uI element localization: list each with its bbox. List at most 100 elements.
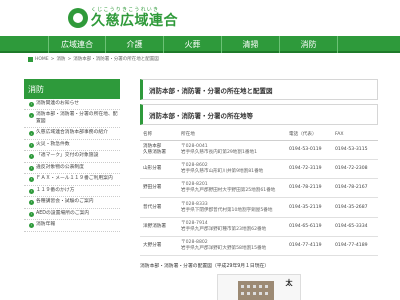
address-text: 岩手県九戸郡野田村大字野田第25地割61番地 xyxy=(181,188,276,194)
sidebar-item-label: 各種講習会・試験のご案内 xyxy=(36,199,94,205)
logo-emblem-icon xyxy=(68,8,88,28)
sidebar-item[interactable]: › 違反対象物の公表制度 xyxy=(24,163,120,175)
breadcrumb-item[interactable]: 消防 xyxy=(56,56,65,62)
cell-name: 大野分署 xyxy=(140,236,178,257)
cell-fax: 0194-72-2308 xyxy=(332,159,378,180)
table-row: 消防本部 久慈消防署 〒028-0041 岩手県久慈市長内町第29地割1番地1 019… xyxy=(140,140,378,160)
page-title: 消防本部・消防署・分署の所在地と配置図 xyxy=(140,79,378,100)
chevron-right-icon: › xyxy=(29,102,34,107)
sidebar-item-label: 消防年報 xyxy=(36,222,56,228)
cell-name: 消防本部 久慈消防署 xyxy=(140,140,178,160)
cell-tel: 0194-35-2119 xyxy=(286,197,332,218)
cell-fax: 0194-77-4189 xyxy=(332,236,378,257)
breadcrumb-home[interactable]: HOME xyxy=(35,57,49,62)
sidebar-item[interactable]: › 各種講習会・試験のご案内 xyxy=(24,197,120,209)
chevron-right-icon: › xyxy=(29,154,34,160)
cell-tel: 0194-78-2119 xyxy=(286,178,332,199)
address-text: 岩手県久慈市長内町第29地割1番地1 xyxy=(181,149,258,155)
address-text: 岩手県九戸郡洋野町大野第58地割15番地 xyxy=(181,246,267,252)
chevron-right-icon: › xyxy=(29,142,34,148)
nav-item-shoubou[interactable]: 消防 xyxy=(280,36,338,53)
col-header-name: 名称 xyxy=(140,129,178,141)
chevron-right-icon: › xyxy=(29,113,34,119)
site-header: くじこうりきこうれいき 久慈広域連合 xyxy=(0,0,400,36)
sidebar-item[interactable]: › 火災・救急件数 xyxy=(24,140,120,152)
section-title: 消防本部・消防署・分署の所在地等 xyxy=(140,104,378,125)
sidebar-item-label: １１９番のかけ方 xyxy=(36,187,75,193)
cell-name: 山形分署 xyxy=(140,159,178,180)
sidebar-item-label: 火災・救急件数 xyxy=(36,141,70,147)
table-row: 山形分署 〒028-8602 岩手県久慈市山形町川井第9地割81番地 0194-72-… xyxy=(140,159,378,180)
sidebar-item-label: 消防関連のお知らせ xyxy=(36,101,80,106)
chevron-right-icon: › xyxy=(29,165,34,171)
sidebar-item[interactable]: › AEDの設置場所のご案内 xyxy=(24,209,120,221)
cell-address: 〒028-0041 岩手県久慈市長内町第29地割1番地1 xyxy=(178,140,286,160)
breadcrumb-current: 消防本部・消防署・分署の所在地と配置図 xyxy=(73,57,159,62)
home-icon xyxy=(28,56,33,62)
sidebar-item[interactable]: › 消防年報 xyxy=(24,220,120,232)
breadcrumb-separator: > xyxy=(50,56,55,62)
chevron-right-icon: › xyxy=(29,223,34,229)
map-label: 太 xyxy=(285,279,293,287)
sidebar-item-label: 久慈広域連合消防本部事務の紹介 xyxy=(36,130,108,136)
cell-name: 野田分署 xyxy=(140,178,178,199)
sidebar-item[interactable]: › 「適マーク」交付の対象施設 xyxy=(24,151,120,163)
sidebar-item[interactable]: › １１９番のかけ方 xyxy=(24,186,120,198)
col-header-fax: FAX xyxy=(332,129,378,141)
address-text: 岩手県九戸郡洋野町種市第23地割62番地 xyxy=(181,226,267,232)
fire-station-building xyxy=(238,281,274,300)
table-header-row: 名称 所在地 電話（代表） FAX xyxy=(140,129,378,141)
table-row: 普代分署 〒028-8333 岩手県下閉伊郡普代村第10地割字銅屋5番地 0194-3… xyxy=(140,197,378,218)
sidebar-item[interactable]: › ＦＡＸ・メール１１９番ご利用案内 xyxy=(24,174,120,186)
sidebar-item[interactable]: › 久慈広域連合消防本部事務の紹介 xyxy=(24,128,120,140)
nav-item-kasou[interactable]: 火葬 xyxy=(164,36,222,53)
station-map-image: 太 xyxy=(217,274,301,300)
sidebar-item-label: 消防本部・消防署・分署の所在地、配置図 xyxy=(36,112,118,124)
col-header-address: 所在地 xyxy=(178,129,286,141)
cell-fax: 0194-65-3334 xyxy=(332,217,378,237)
sidebar-item-label: 違反対象物の公表制度 xyxy=(36,164,84,170)
sidebar-heading: 消防 xyxy=(24,79,120,99)
sidebar-item-label: AEDの設置場所のご案内 xyxy=(36,210,90,216)
cell-address: 〒028-8802 岩手県九戸郡洋野町大野第58地割15番地 xyxy=(178,236,286,257)
table-row: 洋野消防署 〒028-7914 岩手県九戸郡洋野町種市第23地割62番地 0194-6… xyxy=(140,217,378,237)
cell-fax: 0194-35-2687 xyxy=(332,197,378,218)
cell-name: 洋野消防署 xyxy=(140,217,178,237)
breadcrumb: HOME > 消防 > 消防本部・消防署・分署の所在地と配置図 xyxy=(28,55,159,63)
sidebar-item-label: ＦＡＸ・メール１１９番ご利用案内 xyxy=(36,176,113,182)
nav-item-kouiki[interactable]: 広域連合 xyxy=(48,36,106,53)
cell-name: 普代分署 xyxy=(140,197,178,218)
address-text: 岩手県下閉伊郡普代村第10地割字銅屋5番地 xyxy=(181,207,273,213)
sidebar: 消防 › 消防関連のお知らせ › 消防本部・消防署・分署の所在地、配置図 › 久慈広域… xyxy=(24,79,120,232)
table-row: 大野分署 〒028-8802 岩手県九戸郡洋野町大野第58地割15番地 0194-77… xyxy=(140,236,378,257)
address-text: 岩手県久慈市山形町川井第9地割81番地 xyxy=(181,168,264,174)
table-row: 野田分署 〒028-8201 岩手県九戸郡野田村大字野田第25地割61番地 0194-… xyxy=(140,178,378,199)
sidebar-item[interactable]: › 消防関連のお知らせ xyxy=(24,99,120,111)
cell-address: 〒028-7914 岩手県九戸郡洋野町種市第23地割62番地 xyxy=(178,217,286,237)
sidebar-item-label: 「適マーク」交付の対象施設 xyxy=(36,153,99,159)
col-header-tel: 電話（代表） xyxy=(286,129,332,141)
map-caption: 消防本部・消防署・分署の配置図（平成29年9月１日現在） xyxy=(140,264,270,270)
chevron-right-icon: › xyxy=(29,200,34,206)
cell-address: 〒028-8201 岩手県九戸郡野田村大字野田第25地割61番地 xyxy=(178,178,286,199)
cell-fax: 0194-53-3115 xyxy=(332,140,378,160)
global-nav: 広域連合 介護 火葬 清掃 消防 xyxy=(0,36,400,53)
chevron-right-icon: › xyxy=(29,177,34,183)
chevron-right-icon: › xyxy=(29,131,34,137)
cell-tel: 0194-77-4119 xyxy=(286,236,332,257)
chevron-right-icon: › xyxy=(29,211,34,217)
logo-title: 久慈広域連合 xyxy=(91,13,178,29)
main-content: 消防本部・消防署・分署の所在地と配置図 消防本部・消防署・分署の所在地等 名称 … xyxy=(140,79,378,300)
cell-fax: 0194-78-2167 xyxy=(332,178,378,199)
cell-address: 〒028-8333 岩手県下閉伊郡普代村第10地割字銅屋5番地 xyxy=(178,197,286,218)
nav-item-kaigo[interactable]: 介護 xyxy=(106,36,164,53)
cell-tel: 0194-53-0119 xyxy=(286,140,332,160)
location-table: 名称 所在地 電話（代表） FAX 消防本部 久慈消防署 〒028-0041 岩手県… xyxy=(140,129,378,257)
cell-tel: 0194-72-3119 xyxy=(286,159,332,180)
site-logo[interactable]: くじこうりきこうれいき 久慈広域連合 xyxy=(68,3,178,33)
chevron-right-icon: › xyxy=(29,188,34,194)
nav-item-seisou[interactable]: 清掃 xyxy=(222,36,280,53)
cell-address: 〒028-8602 岩手県久慈市山形町川井第9地割81番地 xyxy=(178,159,286,180)
sidebar-list: › 消防関連のお知らせ › 消防本部・消防署・分署の所在地、配置図 › 久慈広域連合消… xyxy=(24,99,120,232)
sidebar-item[interactable]: › 消防本部・消防署・分署の所在地、配置図 xyxy=(24,110,120,129)
